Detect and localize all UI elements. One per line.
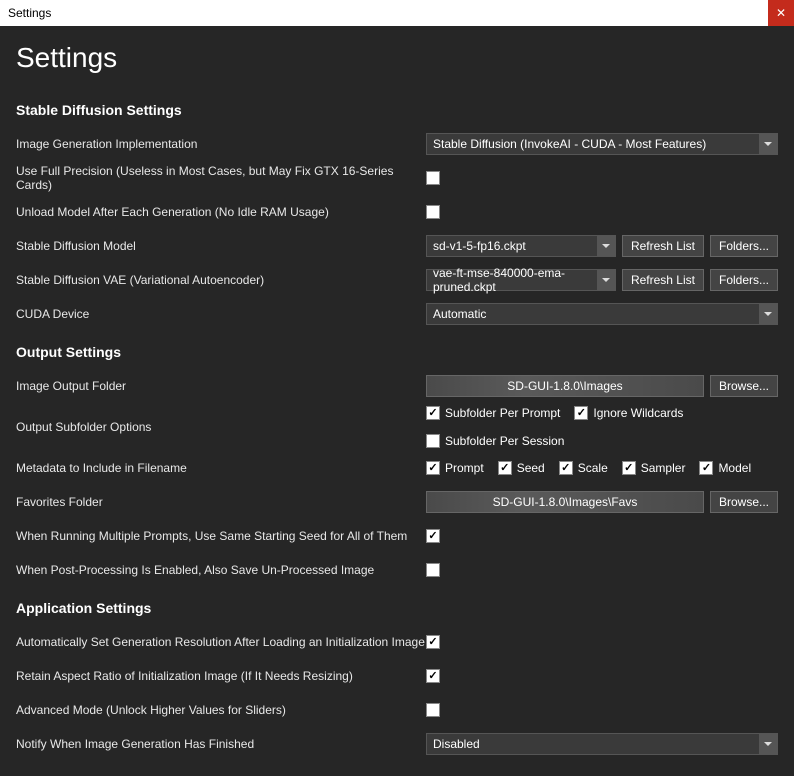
checkbox-meta-scale[interactable] [559,461,573,475]
chevron-down-icon [759,734,777,754]
label-meta-scale: Scale [578,461,608,475]
chevron-down-icon [759,134,777,154]
label-favorites-folder: Favorites Folder [16,495,426,509]
chevron-down-icon [759,304,777,324]
chevron-down-icon [597,270,615,290]
label-sd-vae: Stable Diffusion VAE (Variational Autoen… [16,273,426,287]
label-same-seed: When Running Multiple Prompts, Use Same … [16,529,426,543]
row-favorites-folder: Favorites Folder SD-GUI-1.8.0\Images\Fav… [16,488,778,516]
refresh-vae-button[interactable]: Refresh List [622,269,704,291]
checkbox-advanced-mode[interactable] [426,703,440,717]
titlebar: Settings ✕ [0,0,794,26]
label-subfolder-per-prompt: Subfolder Per Prompt [445,406,560,420]
select-cuda-device[interactable]: Automatic [426,303,778,325]
select-implementation[interactable]: Stable Diffusion (InvokeAI - CUDA - Most… [426,133,778,155]
chevron-down-icon [597,236,615,256]
label-meta-sampler: Sampler [641,461,686,475]
select-notify-finished[interactable]: Disabled [426,733,778,755]
label-save-unprocessed: When Post-Processing Is Enabled, Also Sa… [16,563,426,577]
label-advanced-mode: Advanced Mode (Unlock Higher Values for … [16,703,426,717]
window-title: Settings [8,6,51,20]
checkbox-meta-model[interactable] [699,461,713,475]
checkbox-same-seed[interactable] [426,529,440,543]
label-implementation: Image Generation Implementation [16,137,426,151]
label-meta-seed: Seed [517,461,545,475]
browse-output-button[interactable]: Browse... [710,375,778,397]
label-sd-model: Stable Diffusion Model [16,239,426,253]
row-subfolder-options: Output Subfolder Options Subfolder Per P… [16,406,778,448]
checkbox-full-precision[interactable] [426,171,440,185]
label-retain-aspect: Retain Aspect Ratio of Initialization Im… [16,669,426,683]
checkbox-subfolder-per-prompt[interactable] [426,406,440,420]
label-subfolder-per-session: Subfolder Per Session [445,434,564,448]
select-sd-vae[interactable]: vae-ft-mse-840000-ema-pruned.ckpt [426,269,616,291]
label-ignore-wildcards: Ignore Wildcards [593,406,683,420]
row-metadata-filename: Metadata to Include in Filename Prompt S… [16,454,778,482]
checkbox-unload-model[interactable] [426,205,440,219]
select-sd-model[interactable]: sd-v1-5-fp16.ckpt [426,235,616,257]
label-notify-finished: Notify When Image Generation Has Finishe… [16,737,426,751]
label-meta-prompt: Prompt [445,461,484,475]
checkbox-subfolder-per-session[interactable] [426,434,440,448]
refresh-model-button[interactable]: Refresh List [622,235,704,257]
section-sd-heading: Stable Diffusion Settings [16,102,778,118]
select-implementation-value: Stable Diffusion (InvokeAI - CUDA - Most… [433,137,706,151]
row-retain-aspect: Retain Aspect Ratio of Initialization Im… [16,662,778,690]
label-metadata-filename: Metadata to Include in Filename [16,461,426,475]
content-area: Settings Stable Diffusion Settings Image… [0,26,794,776]
row-implementation: Image Generation Implementation Stable D… [16,130,778,158]
checkbox-meta-seed[interactable] [498,461,512,475]
row-auto-resolution: Automatically Set Generation Resolution … [16,628,778,656]
label-unload-model: Unload Model After Each Generation (No I… [16,205,426,219]
row-sd-vae: Stable Diffusion VAE (Variational Autoen… [16,266,778,294]
close-button[interactable]: ✕ [768,0,794,26]
close-icon: ✕ [776,6,786,20]
label-full-precision: Use Full Precision (Useless in Most Case… [16,164,426,192]
label-subfolder-options: Output Subfolder Options [16,420,426,434]
section-app-heading: Application Settings [16,600,778,616]
favorites-folder-path: SD-GUI-1.8.0\Images\Favs [426,491,704,513]
row-save-unprocessed: When Post-Processing Is Enabled, Also Sa… [16,556,778,584]
checkbox-meta-sampler[interactable] [622,461,636,475]
folders-vae-button[interactable]: Folders... [710,269,778,291]
label-cuda-device: CUDA Device [16,307,426,321]
label-output-folder: Image Output Folder [16,379,426,393]
browse-favorites-button[interactable]: Browse... [710,491,778,513]
select-notify-finished-value: Disabled [433,737,480,751]
label-meta-model: Model [718,461,751,475]
select-sd-model-value: sd-v1-5-fp16.ckpt [433,239,526,253]
row-sd-model: Stable Diffusion Model sd-v1-5-fp16.ckpt… [16,232,778,260]
row-cuda-device: CUDA Device Automatic [16,300,778,328]
checkbox-auto-resolution[interactable] [426,635,440,649]
output-folder-path: SD-GUI-1.8.0\Images [426,375,704,397]
folders-model-button[interactable]: Folders... [710,235,778,257]
row-output-folder: Image Output Folder SD-GUI-1.8.0\Images … [16,372,778,400]
checkbox-retain-aspect[interactable] [426,669,440,683]
checkbox-meta-prompt[interactable] [426,461,440,475]
row-full-precision: Use Full Precision (Useless in Most Case… [16,164,778,192]
row-same-seed: When Running Multiple Prompts, Use Same … [16,522,778,550]
row-advanced-mode: Advanced Mode (Unlock Higher Values for … [16,696,778,724]
checkbox-ignore-wildcards[interactable] [574,406,588,420]
section-output-heading: Output Settings [16,344,778,360]
select-cuda-device-value: Automatic [433,307,486,321]
label-auto-resolution: Automatically Set Generation Resolution … [16,635,426,649]
checkbox-save-unprocessed[interactable] [426,563,440,577]
row-unload-model: Unload Model After Each Generation (No I… [16,198,778,226]
page-title: Settings [16,42,778,74]
select-sd-vae-value: vae-ft-mse-840000-ema-pruned.ckpt [433,266,609,294]
